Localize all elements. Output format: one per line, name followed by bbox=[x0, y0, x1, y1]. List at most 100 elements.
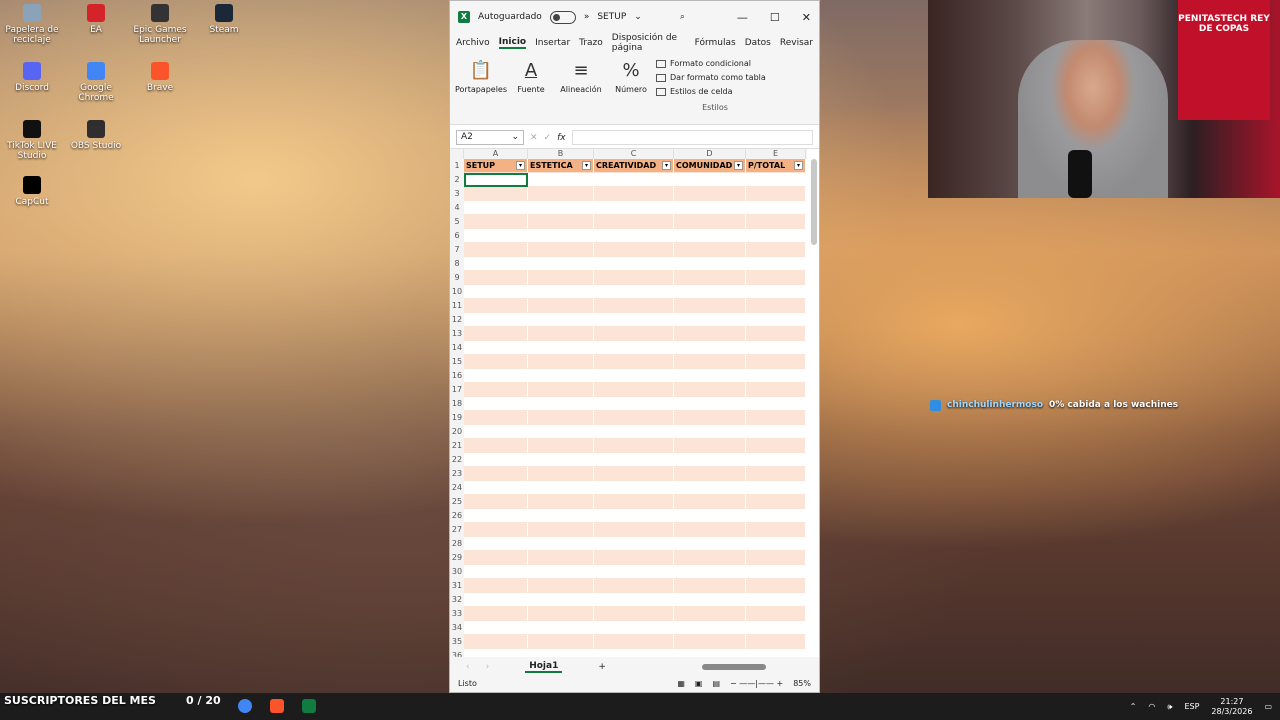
table-cell[interactable] bbox=[528, 621, 594, 635]
row-number[interactable]: 5 bbox=[450, 215, 464, 229]
table-cell[interactable] bbox=[594, 173, 674, 187]
search-icon[interactable]: ⌕ bbox=[680, 12, 685, 22]
ribbon-tab[interactable]: Datos bbox=[745, 38, 771, 48]
table-cell[interactable] bbox=[746, 341, 806, 355]
table-cell[interactable] bbox=[464, 201, 528, 215]
table-cell[interactable] bbox=[594, 509, 674, 523]
row-number[interactable]: 16 bbox=[450, 369, 464, 383]
table-cell[interactable] bbox=[746, 607, 806, 621]
table-cell[interactable] bbox=[528, 313, 594, 327]
column-header[interactable]: B bbox=[528, 149, 594, 159]
table-cell[interactable] bbox=[674, 201, 746, 215]
table-cell[interactable] bbox=[674, 509, 746, 523]
table-cell[interactable] bbox=[594, 593, 674, 607]
row-number[interactable]: 9 bbox=[450, 271, 464, 285]
table-cell[interactable] bbox=[746, 635, 806, 649]
table-cell[interactable] bbox=[594, 299, 674, 313]
table-cell[interactable] bbox=[746, 509, 806, 523]
row-number[interactable]: 13 bbox=[450, 327, 464, 341]
table-cell[interactable] bbox=[674, 173, 746, 187]
close-button[interactable]: ✕ bbox=[802, 11, 811, 24]
table-cell[interactable] bbox=[464, 551, 528, 565]
row-number[interactable]: 24 bbox=[450, 481, 464, 495]
table-cell[interactable] bbox=[464, 173, 528, 187]
desktop-icon[interactable]: TikTok LIVE Studio bbox=[0, 120, 64, 161]
row-number[interactable]: 18 bbox=[450, 397, 464, 411]
table-cell[interactable] bbox=[674, 425, 746, 439]
table-cell[interactable] bbox=[746, 355, 806, 369]
next-sheet-icon[interactable]: › bbox=[486, 662, 490, 672]
table-cell[interactable] bbox=[746, 523, 806, 537]
column-header[interactable]: A bbox=[464, 149, 528, 159]
row-number[interactable]: 15 bbox=[450, 355, 464, 369]
table-cell[interactable] bbox=[746, 327, 806, 341]
excel-taskbar-icon[interactable] bbox=[302, 699, 316, 713]
vertical-scrollbar[interactable] bbox=[811, 159, 817, 245]
table-cell[interactable] bbox=[674, 243, 746, 257]
table-cell[interactable] bbox=[746, 565, 806, 579]
row-number[interactable]: 7 bbox=[450, 243, 464, 257]
autosave-toggle[interactable] bbox=[549, 10, 576, 24]
chrome-taskbar-icon[interactable] bbox=[238, 699, 252, 713]
table-cell[interactable] bbox=[464, 635, 528, 649]
table-cell[interactable] bbox=[674, 439, 746, 453]
table-cell[interactable] bbox=[594, 551, 674, 565]
table-cell[interactable] bbox=[674, 579, 746, 593]
table-cell[interactable] bbox=[594, 439, 674, 453]
table-cell[interactable] bbox=[746, 397, 806, 411]
table-cell[interactable] bbox=[594, 523, 674, 537]
table-cell[interactable] bbox=[746, 369, 806, 383]
table-cell[interactable] bbox=[674, 481, 746, 495]
row-number[interactable]: 2 bbox=[450, 173, 464, 187]
table-cell[interactable] bbox=[674, 453, 746, 467]
table-cell[interactable] bbox=[528, 173, 594, 187]
table-cell[interactable] bbox=[674, 593, 746, 607]
row-number[interactable]: 20 bbox=[450, 425, 464, 439]
table-cell[interactable] bbox=[594, 341, 674, 355]
table-cell[interactable] bbox=[464, 383, 528, 397]
table-cell[interactable] bbox=[594, 285, 674, 299]
table-cell[interactable] bbox=[746, 201, 806, 215]
row-number[interactable]: 30 bbox=[450, 565, 464, 579]
table-cell[interactable] bbox=[528, 285, 594, 299]
table-cell[interactable] bbox=[464, 229, 528, 243]
table-cell[interactable] bbox=[594, 201, 674, 215]
row-number[interactable]: 23 bbox=[450, 467, 464, 481]
table-cell[interactable] bbox=[594, 635, 674, 649]
table-cell[interactable] bbox=[674, 355, 746, 369]
row-number[interactable]: 10 bbox=[450, 285, 464, 299]
table-cell[interactable] bbox=[674, 621, 746, 635]
table-cell[interactable] bbox=[674, 299, 746, 313]
table-cell[interactable] bbox=[464, 425, 528, 439]
table-cell[interactable] bbox=[528, 565, 594, 579]
zoom-slider[interactable]: − ——|—— + bbox=[730, 679, 783, 688]
table-cell[interactable] bbox=[464, 369, 528, 383]
column-header[interactable]: C bbox=[594, 149, 674, 159]
table-cell[interactable] bbox=[674, 397, 746, 411]
table-cell[interactable] bbox=[746, 425, 806, 439]
table-cell[interactable] bbox=[594, 537, 674, 551]
table-cell[interactable] bbox=[464, 481, 528, 495]
row-number[interactable]: 35 bbox=[450, 635, 464, 649]
normal-view-icon[interactable]: ▦ bbox=[677, 679, 685, 688]
table-cell[interactable] bbox=[594, 453, 674, 467]
table-cell[interactable] bbox=[528, 327, 594, 341]
table-cell[interactable] bbox=[528, 439, 594, 453]
row-number[interactable]: 19 bbox=[450, 411, 464, 425]
ribbon-tab[interactable]: Fórmulas bbox=[695, 38, 736, 48]
table-cell[interactable] bbox=[528, 229, 594, 243]
filter-dropdown-icon[interactable]: ▾ bbox=[662, 161, 671, 170]
table-cell[interactable] bbox=[464, 495, 528, 509]
column-header[interactable]: E bbox=[746, 149, 806, 159]
row-number[interactable]: 29 bbox=[450, 551, 464, 565]
row-number[interactable]: 26 bbox=[450, 509, 464, 523]
table-cell[interactable] bbox=[746, 579, 806, 593]
row-number[interactable]: 22 bbox=[450, 453, 464, 467]
table-cell[interactable] bbox=[464, 285, 528, 299]
row-number[interactable]: 25 bbox=[450, 495, 464, 509]
table-cell[interactable] bbox=[528, 411, 594, 425]
table-cell[interactable] bbox=[464, 355, 528, 369]
table-cell[interactable] bbox=[746, 411, 806, 425]
table-cell[interactable] bbox=[464, 257, 528, 271]
table-cell[interactable] bbox=[528, 299, 594, 313]
